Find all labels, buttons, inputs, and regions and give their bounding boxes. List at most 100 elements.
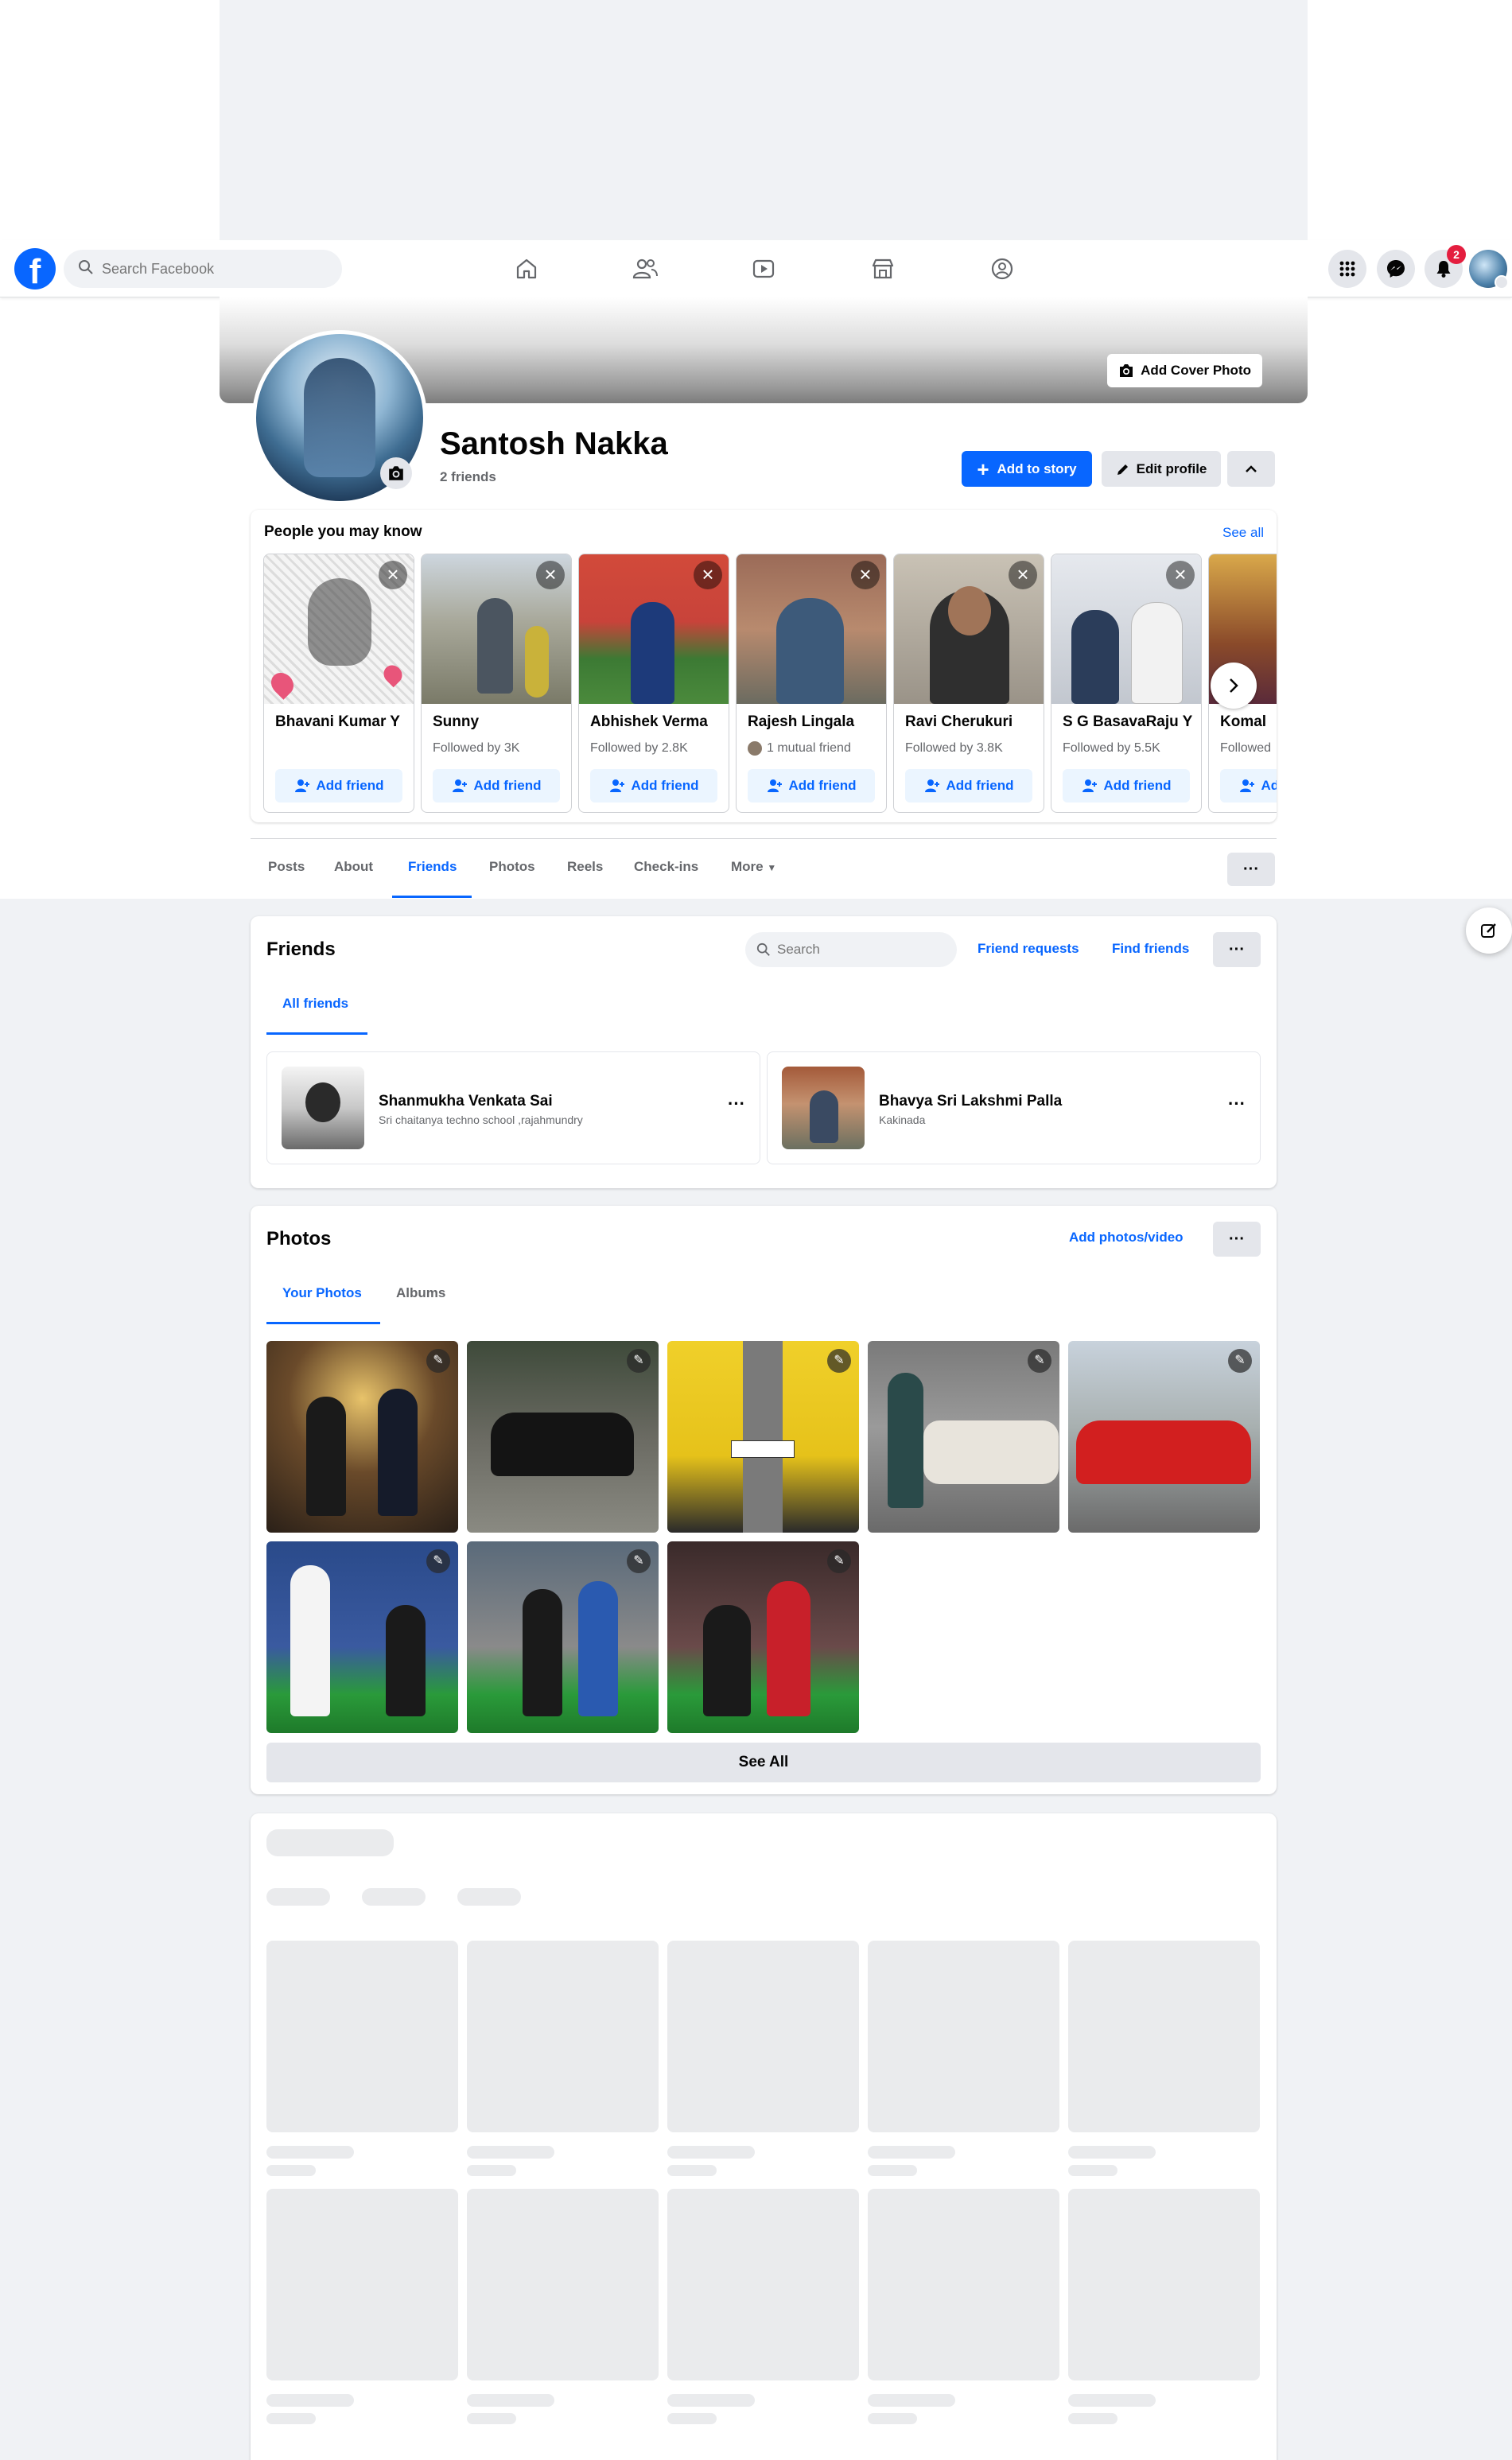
photo-thumbnail[interactable]: ✎	[667, 1341, 859, 1533]
add-photos-link[interactable]: Add photos/video	[1069, 1230, 1184, 1246]
tab-reels[interactable]: Reels	[567, 859, 603, 875]
tab-friends[interactable]: Friends	[408, 859, 457, 875]
person-name[interactable]: Bhavani Kumar Y	[275, 713, 414, 731]
person-name[interactable]: Ravi Cherukuri	[905, 713, 1044, 731]
skeleton-line	[266, 2413, 316, 2424]
photo-thumbnail[interactable]: ✎	[266, 1541, 458, 1733]
menu-grid-icon[interactable]	[1328, 250, 1366, 288]
marketplace-icon[interactable]	[867, 253, 899, 285]
update-profile-picture-button[interactable]	[380, 457, 412, 489]
tab-checkins[interactable]: Check-ins	[634, 859, 698, 875]
add-friend-button[interactable]: Add friend	[905, 769, 1032, 803]
close-icon[interactable]: ×	[694, 561, 722, 589]
photo-thumbnail[interactable]: ✎	[266, 1341, 458, 1533]
close-icon[interactable]: ×	[1009, 561, 1037, 589]
messenger-icon[interactable]	[1377, 250, 1415, 288]
facebook-logo[interactable]: f	[14, 248, 56, 290]
pymk-card[interactable]: × Rajesh Lingala 1 mutual friend Add fri…	[736, 554, 887, 813]
notifications-button[interactable]: 2	[1425, 245, 1466, 288]
skeleton-line	[667, 2394, 755, 2407]
edit-photo-icon[interactable]: ✎	[426, 1349, 450, 1373]
tab-more[interactable]: More ▼	[731, 859, 776, 875]
find-friends-link[interactable]: Find friends	[1112, 941, 1189, 957]
edit-photo-icon[interactable]: ✎	[827, 1549, 851, 1573]
pymk-card[interactable]: × Ravi Cherukuri Followed by 3.8K Add fr…	[893, 554, 1044, 813]
add-friend-button[interactable]: Add friend	[1220, 769, 1277, 803]
pymk-next-button[interactable]	[1211, 663, 1257, 709]
tab-albums[interactable]: Albums	[396, 1285, 445, 1301]
tab-all-friends[interactable]: All friends	[282, 996, 348, 1012]
friends-options-button[interactable]: ···	[1213, 932, 1261, 967]
new-message-button[interactable]	[1466, 907, 1512, 954]
person-name[interactable]: Abhishek Verma	[590, 713, 729, 731]
edit-photo-icon[interactable]: ✎	[1028, 1349, 1051, 1373]
friends-icon[interactable]	[629, 253, 661, 285]
photo-thumbnail[interactable]: ✎	[868, 1341, 1059, 1533]
tab-your-photos[interactable]: Your Photos	[282, 1285, 362, 1301]
photos-options-button[interactable]: ···	[1213, 1222, 1261, 1257]
friend-requests-link[interactable]: Friend requests	[978, 941, 1079, 957]
friend-options-icon[interactable]: ···	[728, 1094, 745, 1114]
profile-options-button[interactable]: ···	[1227, 853, 1275, 886]
friend-name[interactable]: Shanmukha Venkata Sai	[379, 1093, 553, 1110]
friend-options-icon[interactable]: ···	[1228, 1094, 1246, 1114]
add-to-story-button[interactable]: + Add to story	[962, 451, 1092, 487]
photo-thumbnail[interactable]: ✎	[467, 1341, 659, 1533]
pymk-card[interactable]: × Abhishek Verma Followed by 2.8K Add fr…	[578, 554, 729, 813]
edit-profile-button[interactable]: Edit profile	[1102, 451, 1221, 487]
person-name[interactable]: Sunny	[433, 713, 571, 731]
search-bar[interactable]	[64, 250, 342, 288]
person-name[interactable]: Rajesh Lingala	[748, 713, 886, 731]
skeleton-line	[868, 2146, 955, 2159]
pymk-card[interactable]: × Bhavani Kumar Y Add friend	[263, 554, 414, 813]
account-avatar[interactable]	[1469, 250, 1509, 290]
close-icon[interactable]: ×	[1166, 561, 1195, 589]
friends-count[interactable]: 2 friends	[440, 469, 496, 485]
friend-photo[interactable]	[282, 1067, 364, 1149]
photos-see-all-button[interactable]: See All	[266, 1743, 1261, 1782]
groups-icon[interactable]	[986, 253, 1018, 285]
notification-badge: 2	[1447, 245, 1466, 264]
friends-search[interactable]	[745, 932, 957, 967]
add-friend-label: Add friend	[1261, 778, 1277, 793]
add-friend-button[interactable]: Add friend	[748, 769, 875, 803]
photo-thumbnail[interactable]: ✎	[1068, 1341, 1260, 1533]
person-name[interactable]: S G BasavaRaju Y	[1063, 713, 1201, 731]
pymk-card[interactable]: × Sunny Followed by 3K Add friend	[421, 554, 572, 813]
friend-card[interactable]: Shanmukha Venkata Sai Sri chaitanya tech…	[266, 1051, 760, 1164]
pymk-card[interactable]: × S G BasavaRaju Y Followed by 5.5K Add …	[1051, 554, 1202, 813]
pymk-see-all[interactable]: See all	[1222, 525, 1264, 541]
add-friend-button[interactable]: Add friend	[433, 769, 560, 803]
add-friend-button[interactable]: Add friend	[590, 769, 717, 803]
edit-photo-icon[interactable]: ✎	[426, 1549, 450, 1573]
skeleton-thumbnail	[667, 1941, 859, 2132]
person-photo: ×	[894, 554, 1044, 704]
friend-name[interactable]: Bhavya Sri Lakshmi Palla	[879, 1093, 1062, 1110]
close-icon[interactable]: ×	[851, 561, 880, 589]
friends-search-input[interactable]	[777, 942, 936, 958]
collapse-button[interactable]	[1227, 451, 1275, 487]
photo-thumbnail[interactable]: ✎	[467, 1541, 659, 1733]
friend-photo[interactable]	[782, 1067, 865, 1149]
home-icon[interactable]	[511, 253, 542, 285]
close-icon[interactable]: ×	[536, 561, 565, 589]
person-name[interactable]: Komal	[1220, 713, 1277, 731]
edit-photo-icon[interactable]: ✎	[627, 1349, 651, 1373]
tab-photos[interactable]: Photos	[489, 859, 535, 875]
add-cover-photo-button[interactable]: Add Cover Photo	[1107, 354, 1262, 387]
edit-photo-icon[interactable]: ✎	[827, 1349, 851, 1373]
add-friend-button[interactable]: Add friend	[1063, 769, 1190, 803]
tab-about[interactable]: About	[334, 859, 373, 875]
edit-photo-icon[interactable]: ✎	[1228, 1349, 1252, 1373]
photo-thumbnail[interactable]: ✎	[667, 1541, 859, 1733]
close-icon[interactable]: ×	[379, 561, 407, 589]
person-subtitle: Followed	[1220, 741, 1272, 755]
search-input[interactable]	[102, 260, 325, 278]
tab-posts[interactable]: Posts	[268, 859, 305, 875]
edit-photo-icon[interactable]: ✎	[627, 1549, 651, 1573]
add-friend-label: Add friend	[946, 778, 1014, 793]
friend-card[interactable]: Bhavya Sri Lakshmi Palla Kakinada ···	[767, 1051, 1261, 1164]
add-friend-button[interactable]: Add friend	[275, 769, 402, 803]
video-icon[interactable]	[748, 253, 779, 285]
skeleton-line	[266, 2394, 354, 2407]
